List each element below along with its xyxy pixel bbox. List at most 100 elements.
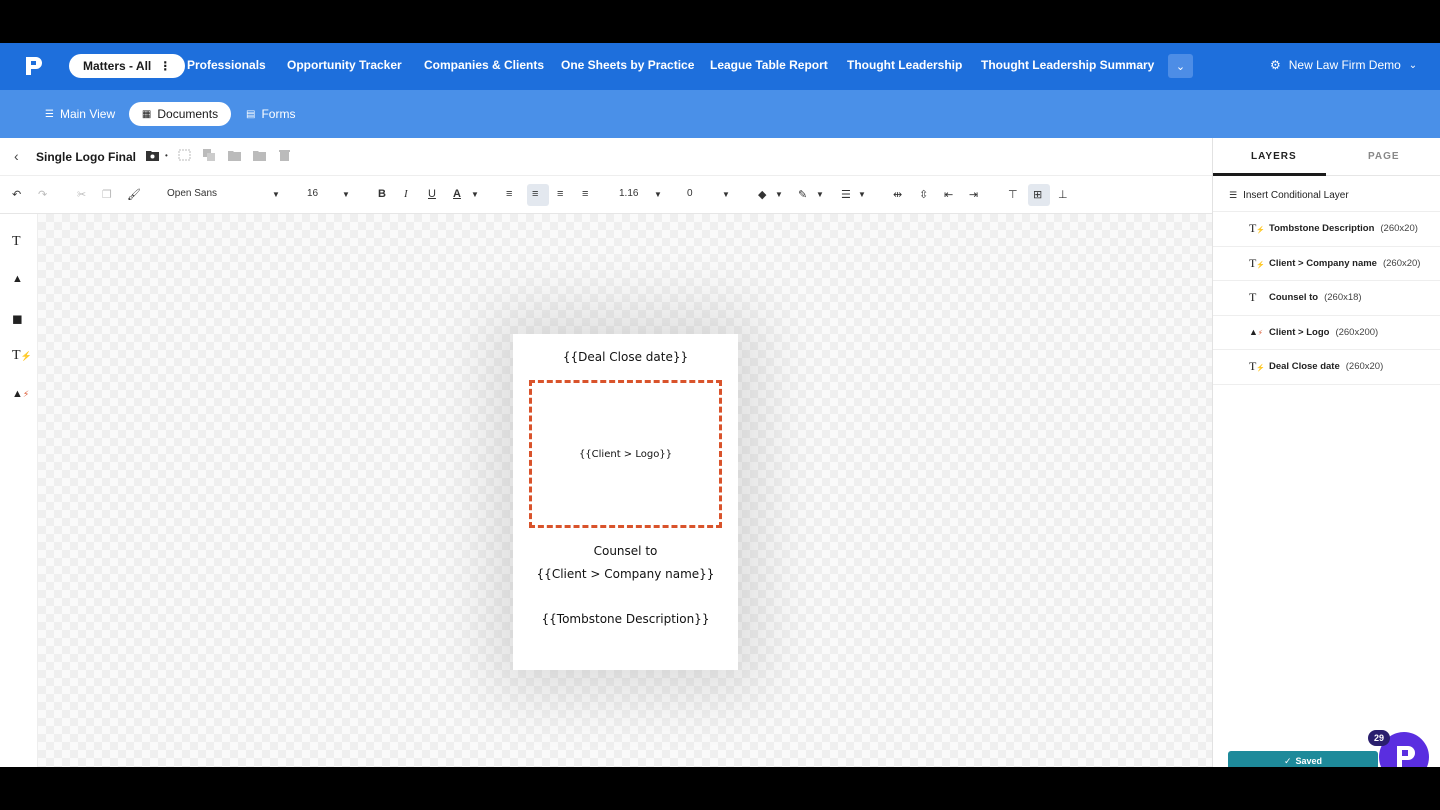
text-color-icon[interactable]: A — [453, 188, 461, 200]
design-canvas[interactable]: {{Deal Close date}} {{Client > Logo}} Co… — [38, 214, 1212, 767]
caret-down-icon[interactable]: ▼ — [272, 190, 280, 199]
image-tool-icon[interactable]: ▲ — [12, 273, 23, 285]
tab-main-view[interactable]: ☰ Main View — [45, 107, 115, 121]
align-right-icon[interactable]: ≡ — [557, 188, 563, 200]
caret-down-icon[interactable]: ▼ — [342, 190, 350, 199]
layer-name: Counsel to — [1269, 292, 1319, 304]
forms-label: Forms — [261, 107, 296, 121]
font-family-select[interactable]: Open Sans — [167, 188, 217, 199]
underline-icon[interactable]: U — [428, 188, 436, 200]
more-vertical-icon[interactable]: ⋮ — [159, 59, 171, 73]
shapes-tool-icon[interactable]: ◼ — [12, 311, 23, 327]
notification-badge: 29 — [1368, 730, 1390, 746]
format-painter-icon[interactable]: 🖌 — [127, 188, 141, 201]
horizontal-spacing-icon[interactable]: ⇹ — [893, 188, 902, 201]
tab-layers[interactable]: LAYERS — [1251, 151, 1297, 162]
nav-professionals[interactable]: Professionals — [187, 58, 266, 72]
text-icon: T — [1249, 290, 1257, 305]
undo-icon[interactable]: ↶ — [12, 188, 21, 201]
client-logo-placeholder[interactable]: {{Client > Logo}} — [529, 380, 722, 528]
layer-size: (260x20) — [1380, 223, 1418, 235]
cut-icon[interactable]: ✂ — [77, 188, 86, 201]
align-middle-icon[interactable]: ⊞ — [1033, 188, 1042, 201]
copy-icon[interactable]: ❐ — [102, 188, 112, 201]
line-height-select[interactable]: 1.16 — [619, 188, 638, 199]
layer-size: (260x18) — [1324, 292, 1362, 304]
layers-panel: LAYERS PAGE ☰ Insert Conditional Layer T… — [1212, 138, 1440, 767]
list-item[interactable]: T⚡ Tombstone Description (260x20) — [1213, 212, 1440, 247]
dynamic-text-tool-icon[interactable]: T⚡ — [12, 348, 32, 364]
saved-label: Saved — [1295, 756, 1323, 766]
letter-spacing-select[interactable]: 0 — [687, 188, 693, 199]
folder-icon[interactable] — [253, 149, 266, 161]
list-item[interactable]: T Counsel to (260x18) — [1213, 281, 1440, 316]
trash-icon[interactable] — [278, 149, 291, 161]
matters-all-pill[interactable]: Matters - All ⋮ — [69, 54, 186, 78]
chevron-down-icon: ⌄ — [1408, 59, 1418, 71]
tab-page[interactable]: PAGE — [1368, 151, 1400, 162]
save-folder-icon[interactable] — [146, 149, 159, 161]
text-tool-icon[interactable]: T — [12, 234, 21, 250]
add-folder-icon[interactable] — [228, 149, 241, 161]
panel-tabs: LAYERS PAGE — [1213, 138, 1440, 176]
layer-name: Client > Logo — [1269, 326, 1330, 338]
indent-increase-icon[interactable]: ⇥ — [969, 188, 978, 201]
caret-down-icon[interactable]: ▼ — [654, 190, 662, 199]
documents-label: Documents — [157, 107, 219, 121]
align-center-icon[interactable]: ≡ — [532, 188, 538, 200]
group-icon[interactable] — [178, 149, 191, 161]
nav-opportunity-tracker[interactable]: Opportunity Tracker — [287, 58, 402, 72]
nav-one-sheets[interactable]: One Sheets by Practice — [561, 58, 694, 72]
redo-icon[interactable]: ↷ — [38, 188, 47, 201]
caret-down-icon[interactable]: ▼ — [858, 190, 866, 199]
nav-companies-clients[interactable]: Companies & Clients — [424, 58, 544, 72]
stroke-color-icon[interactable]: ✎ — [798, 188, 807, 201]
dropdown-dot-icon[interactable]: • — [165, 151, 178, 163]
bold-icon[interactable]: B — [378, 188, 386, 200]
caret-down-icon[interactable]: ▼ — [775, 190, 783, 199]
font-size-select[interactable]: 16 — [307, 188, 318, 199]
deal-date-text[interactable]: {{Deal Close date}} — [513, 350, 738, 364]
list-item[interactable]: T⚡ Deal Close date (260x20) — [1213, 350, 1440, 385]
app-frame: Matters - All ⋮ Professionals Opportunit… — [0, 43, 1440, 767]
list-item[interactable]: ▲⚡ Client > Logo (260x200) — [1213, 316, 1440, 350]
align-justify-icon[interactable]: ≡ — [582, 188, 588, 200]
nav-thought-leadership-summary[interactable]: Thought Leadership Summary — [981, 58, 1154, 72]
nav-thought-leadership[interactable]: Thought Leadership — [847, 58, 962, 72]
dynamic-image-icon: ▲⚡ — [1249, 327, 1263, 338]
tab-documents[interactable]: ▦ Documents — [129, 102, 231, 126]
check-circle-icon: ✓ — [1283, 755, 1292, 766]
insert-conditional-layer-button[interactable]: ☰ Insert Conditional Layer — [1229, 190, 1349, 201]
tools-column: T ▲ ◼ T⚡ ▲⚡ — [0, 214, 38, 767]
saved-status-button[interactable]: ✓ Saved — [1228, 751, 1378, 767]
dynamic-text-icon: T⚡ — [1249, 255, 1266, 270]
vertical-spacing-icon[interactable]: ⇳ — [919, 188, 928, 201]
stroke-width-icon[interactable]: ☰ — [841, 188, 851, 201]
caret-down-icon[interactable]: ▼ — [471, 190, 479, 199]
italic-icon[interactable]: I — [404, 188, 408, 200]
company-name-text[interactable]: {{Client > Company name}} — [513, 567, 738, 581]
document-toolbar: ‹ Single Logo Final • — [0, 138, 1212, 176]
caret-down-icon[interactable]: ▼ — [816, 190, 824, 199]
nav-league-table[interactable]: League Table Report — [710, 58, 828, 72]
counsel-to-text[interactable]: Counsel to — [513, 544, 738, 558]
align-top-icon[interactable]: ⊤ — [1008, 188, 1018, 201]
dashboard-icon: ▦ — [141, 108, 152, 120]
list-item[interactable]: T⚡ Client > Company name (260x20) — [1213, 247, 1440, 281]
fill-color-icon[interactable]: ◆ — [758, 188, 766, 201]
app-logo-icon[interactable] — [24, 55, 44, 77]
nav-more-button[interactable]: ⌄ — [1168, 54, 1193, 78]
document-page[interactable]: {{Deal Close date}} {{Client > Logo}} Co… — [513, 334, 738, 670]
forms-icon: ▤ — [246, 108, 256, 120]
align-bottom-icon[interactable]: ⊥ — [1058, 188, 1068, 201]
dynamic-image-tool-icon[interactable]: ▲⚡ — [12, 388, 29, 400]
list-icon: ☰ — [1229, 190, 1238, 200]
firm-selector[interactable]: ⚙ New Law Firm Demo ⌄ — [1270, 58, 1417, 72]
align-left-icon[interactable]: ≡ — [506, 188, 512, 200]
indent-decrease-icon[interactable]: ⇤ — [944, 188, 953, 201]
back-arrow-icon[interactable]: ‹ — [14, 148, 19, 164]
tombstone-description-text[interactable]: {{Tombstone Description}} — [513, 612, 738, 626]
tab-forms[interactable]: ▤ Forms — [246, 107, 295, 121]
caret-down-icon[interactable]: ▼ — [722, 190, 730, 199]
duplicate-icon[interactable] — [203, 149, 216, 161]
